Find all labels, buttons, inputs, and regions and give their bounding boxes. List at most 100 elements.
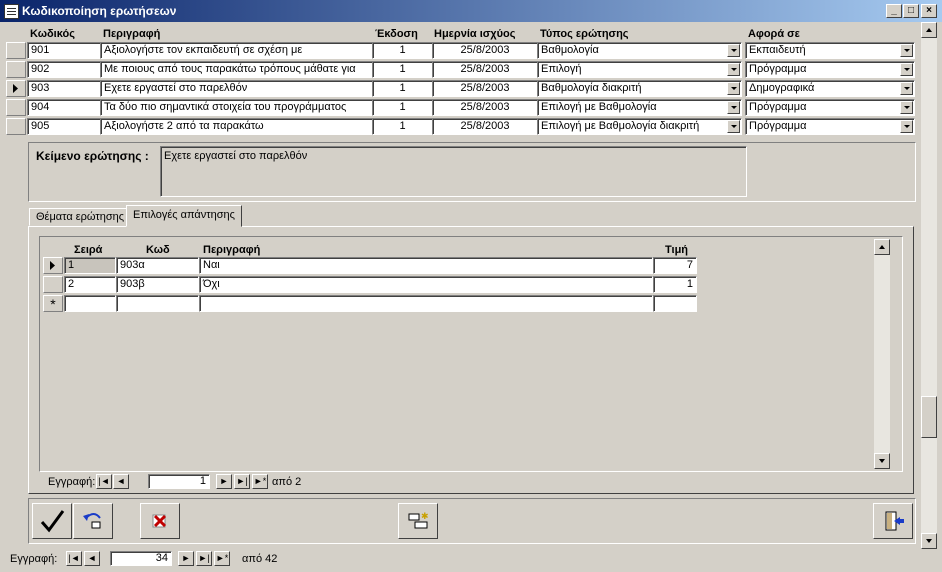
chevron-down-icon[interactable] xyxy=(727,101,740,114)
chevron-down-icon[interactable] xyxy=(727,63,740,76)
version-cell[interactable]: 1 xyxy=(372,118,433,135)
new-record-toolbar-button[interactable]: ✱ xyxy=(398,503,438,539)
row-selector[interactable] xyxy=(6,118,26,135)
subform-scrollbar[interactable] xyxy=(874,239,890,469)
code-cell[interactable]: 903β xyxy=(116,276,199,293)
first-record-button[interactable]: |◄ xyxy=(96,474,112,489)
date-cell[interactable]: 25/8/2003 xyxy=(432,42,538,59)
tab-page: Σειρά Κωδ Περιγραφή Τιμή 1 903α Ναι 7 2 … xyxy=(28,226,914,494)
version-cell[interactable]: 1 xyxy=(372,99,433,116)
chevron-down-icon[interactable] xyxy=(727,44,740,57)
description-cell[interactable]: Ναι xyxy=(199,257,653,274)
code-cell[interactable]: 903α xyxy=(116,257,199,274)
chevron-down-icon[interactable] xyxy=(900,82,913,95)
tab-topics[interactable]: Θέματα ερώτησης xyxy=(29,208,132,226)
date-cell[interactable]: 25/8/2003 xyxy=(432,99,538,116)
chevron-down-icon[interactable] xyxy=(727,82,740,95)
version-cell[interactable]: 1 xyxy=(372,80,433,97)
date-cell[interactable]: 25/8/2003 xyxy=(432,118,538,135)
new-record-button[interactable]: ►* xyxy=(214,551,230,566)
description-cell[interactable]: Αξιολογήστε τον εκπαιδευτή σε σχέση με xyxy=(100,42,373,59)
order-cell[interactable]: 1 xyxy=(64,257,116,274)
version-cell[interactable]: 1 xyxy=(372,61,433,78)
first-record-button[interactable]: |◄ xyxy=(66,551,82,566)
svg-text:✱: ✱ xyxy=(421,512,429,522)
date-cell[interactable]: 25/8/2003 xyxy=(432,80,538,97)
answers-subform: Σειρά Κωδ Περιγραφή Τιμή 1 903α Ναι 7 2 … xyxy=(39,236,903,489)
order-cell[interactable] xyxy=(64,295,116,312)
row-selector-current[interactable] xyxy=(43,257,63,274)
row-selector-current[interactable] xyxy=(6,80,26,97)
last-record-button[interactable]: ►| xyxy=(196,551,212,566)
code-cell[interactable]: 901 xyxy=(27,42,101,59)
new-record-icon[interactable]: * xyxy=(43,295,63,312)
chevron-down-icon[interactable] xyxy=(727,120,740,133)
exit-button[interactable] xyxy=(873,503,913,539)
about-combo[interactable]: Εκπαιδευτή xyxy=(745,42,915,59)
new-record-button[interactable]: ►* xyxy=(252,474,268,489)
description-cell[interactable]: Τα δύο πιο σημαντικά στοιχεία του προγρά… xyxy=(100,99,373,116)
next-record-button[interactable]: ► xyxy=(178,551,194,566)
code-cell[interactable]: 903 xyxy=(27,80,101,97)
next-record-button[interactable]: ► xyxy=(216,474,232,489)
chevron-down-icon[interactable] xyxy=(900,63,913,76)
row-selector[interactable] xyxy=(6,61,26,78)
type-value: Βαθμολογία xyxy=(541,44,599,56)
row-selector[interactable] xyxy=(6,42,26,59)
last-record-button[interactable]: ►| xyxy=(234,474,250,489)
description-cell[interactable] xyxy=(199,295,653,312)
main-record-navigator: Εγγραφή: |◄ ◄ 34 ► ►| ►* από 42 xyxy=(10,551,920,568)
scroll-up-button[interactable] xyxy=(874,239,890,255)
row-selector[interactable] xyxy=(43,276,63,293)
type-combo[interactable]: Βαθμολογία διακριτή xyxy=(537,80,742,97)
description-cell[interactable]: Αξιολογήστε 2 από τα παρακάτω xyxy=(100,118,373,135)
main-scrollbar[interactable] xyxy=(921,22,937,549)
chevron-down-icon[interactable] xyxy=(900,44,913,57)
previous-record-button[interactable]: ◄ xyxy=(113,474,129,489)
code-cell[interactable] xyxy=(116,295,199,312)
arrow-down-icon xyxy=(926,539,932,543)
date-cell[interactable]: 25/8/2003 xyxy=(432,61,538,78)
about-combo[interactable]: Δημογραφικά xyxy=(745,80,915,97)
undo-button[interactable] xyxy=(73,503,113,539)
chevron-down-icon[interactable] xyxy=(900,120,913,133)
description-cell[interactable]: Με ποιους από τους παρακάτω τρόπους μάθα… xyxy=(100,61,373,78)
order-cell[interactable]: 2 xyxy=(64,276,116,293)
code-cell[interactable]: 904 xyxy=(27,99,101,116)
chevron-down-icon[interactable] xyxy=(900,101,913,114)
value-cell[interactable]: 1 xyxy=(653,276,697,293)
about-combo[interactable]: Πρόγραμμα xyxy=(745,118,915,135)
maximize-button[interactable]: □ xyxy=(903,4,919,18)
scroll-thumb[interactable] xyxy=(921,396,937,438)
type-combo[interactable]: Επιλογή με Βαθμολογία xyxy=(537,99,742,116)
delete-button[interactable] xyxy=(140,503,180,539)
scroll-down-button[interactable] xyxy=(874,453,890,469)
header-type: Τύπος ερώτησης xyxy=(540,28,629,40)
type-combo[interactable]: Επιλογή με Βαθμολογία διακριτή xyxy=(537,118,742,135)
type-combo[interactable]: Επιλογή xyxy=(537,61,742,78)
version-cell[interactable]: 1 xyxy=(372,42,433,59)
record-number-input[interactable]: 1 xyxy=(148,474,210,489)
tab-answer-options[interactable]: Επιλογές απάντησης xyxy=(126,205,242,227)
about-combo[interactable]: Πρόγραμμα xyxy=(745,61,915,78)
code-cell[interactable]: 905 xyxy=(27,118,101,135)
type-combo[interactable]: Βαθμολογία xyxy=(537,42,742,59)
previous-record-button[interactable]: ◄ xyxy=(84,551,100,566)
value-cell[interactable] xyxy=(653,295,697,312)
description-cell[interactable]: Όχι xyxy=(199,276,653,293)
close-button[interactable]: × xyxy=(921,4,937,18)
about-combo[interactable]: Πρόγραμμα xyxy=(745,99,915,116)
save-button[interactable] xyxy=(32,503,72,539)
description-cell[interactable]: Εχετε εργαστεί στο παρελθόν xyxy=(100,80,373,97)
question-text-field[interactable]: Εχετε εργαστεί στο παρελθόν xyxy=(160,146,747,197)
minimize-button[interactable]: _ xyxy=(886,4,902,18)
row-selector[interactable] xyxy=(6,99,26,116)
code-cell[interactable]: 902 xyxy=(27,61,101,78)
scroll-up-button[interactable] xyxy=(921,22,937,38)
arrow-down-icon xyxy=(879,459,885,463)
value-cell[interactable]: 7 xyxy=(653,257,697,274)
current-record-icon xyxy=(13,84,18,93)
record-number-input[interactable]: 34 xyxy=(110,551,172,566)
scroll-down-button[interactable] xyxy=(921,533,937,549)
header-description: Περιγραφή xyxy=(103,28,161,40)
